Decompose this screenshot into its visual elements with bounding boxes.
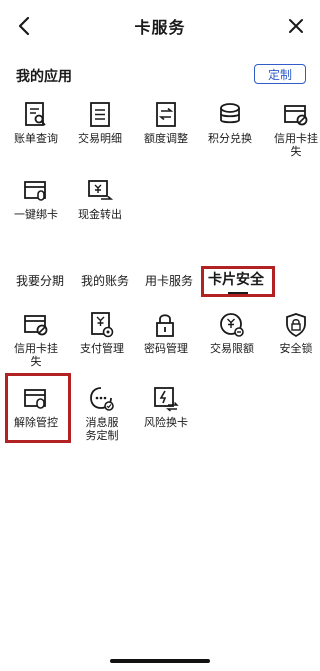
page-title: 卡服务 xyxy=(134,18,186,37)
security-item-message-service[interactable]: 消息服务定制 xyxy=(70,386,134,442)
security-lock-icon xyxy=(283,312,309,338)
close-icon xyxy=(289,19,303,33)
cash-transfer-icon xyxy=(87,178,113,204)
risk-card-replace-icon xyxy=(153,386,179,412)
security-item-payment-management[interactable]: 支付管理 xyxy=(70,312,134,355)
tab-my-accounts[interactable]: 我的账务 xyxy=(81,272,129,289)
app-item-label: 交易明细 xyxy=(78,132,122,145)
bill-search-icon xyxy=(23,102,49,128)
app-item-label: 积分兑换 xyxy=(208,132,252,145)
security-item-label: 密码管理 xyxy=(144,342,188,355)
app-item-transaction-detail[interactable]: 交易明细 xyxy=(68,102,132,145)
section-title-my-apps: 我的应用 xyxy=(16,69,72,85)
security-item-risk-card-replace[interactable]: 风险换卡 xyxy=(134,386,198,429)
security-item-card-loss-report[interactable]: 信用卡挂失 xyxy=(4,312,68,368)
payment-management-icon xyxy=(89,312,115,338)
release-control-highlight-box xyxy=(5,373,71,443)
points-exchange-icon xyxy=(217,102,243,128)
security-item-label: 交易限额 xyxy=(210,342,254,355)
card-loss-report-icon xyxy=(23,312,49,338)
app-item-label: 额度调整 xyxy=(144,132,188,145)
security-item-label: 安全锁 xyxy=(279,342,313,355)
security-item-label: 支付管理 xyxy=(80,342,124,355)
limit-adjust-icon xyxy=(153,102,179,128)
app-item-label: 一键绑卡 xyxy=(14,208,58,221)
app-item-limit-adjust[interactable]: 额度调整 xyxy=(134,102,198,145)
security-item-password-management[interactable]: 密码管理 xyxy=(134,312,198,355)
transaction-detail-icon xyxy=(87,102,113,128)
card-loss-report-icon xyxy=(283,102,309,128)
app-item-points-exchange[interactable]: 积分兑换 xyxy=(198,102,262,145)
app-item-label: 账单查询 xyxy=(14,132,58,145)
customize-button[interactable]: 定制 xyxy=(254,64,306,84)
security-item-transaction-limit[interactable]: 交易限额 xyxy=(200,312,264,355)
security-item-label: 信用卡挂失 xyxy=(14,342,58,368)
app-item-card-loss-report[interactable]: 信用卡挂失 xyxy=(266,102,320,158)
tab-installment[interactable]: 我要分期 xyxy=(16,272,64,289)
app-item-cash-transfer[interactable]: 现金转出 xyxy=(68,178,132,221)
header-bar: 卡服务 xyxy=(0,0,320,52)
tab-card-services[interactable]: 用卡服务 xyxy=(145,272,193,289)
close-button[interactable] xyxy=(284,14,308,38)
app-item-bind-card[interactable]: 一键绑卡 xyxy=(4,178,68,221)
security-item-security-lock[interactable]: 安全锁 xyxy=(264,312,320,355)
app-item-label: 现金转出 xyxy=(78,208,122,221)
tab-highlight-box xyxy=(201,266,275,297)
home-indicator xyxy=(110,659,210,663)
bind-card-icon xyxy=(23,178,49,204)
app-item-label: 信用卡挂失 xyxy=(274,132,318,158)
app-item-bill-search[interactable]: 账单查询 xyxy=(4,102,68,145)
password-lock-icon xyxy=(153,312,179,338)
security-item-label: 消息服务定制 xyxy=(85,416,119,442)
message-service-icon xyxy=(89,386,115,412)
transaction-limit-icon xyxy=(219,312,245,338)
security-item-label: 风险换卡 xyxy=(144,416,188,429)
